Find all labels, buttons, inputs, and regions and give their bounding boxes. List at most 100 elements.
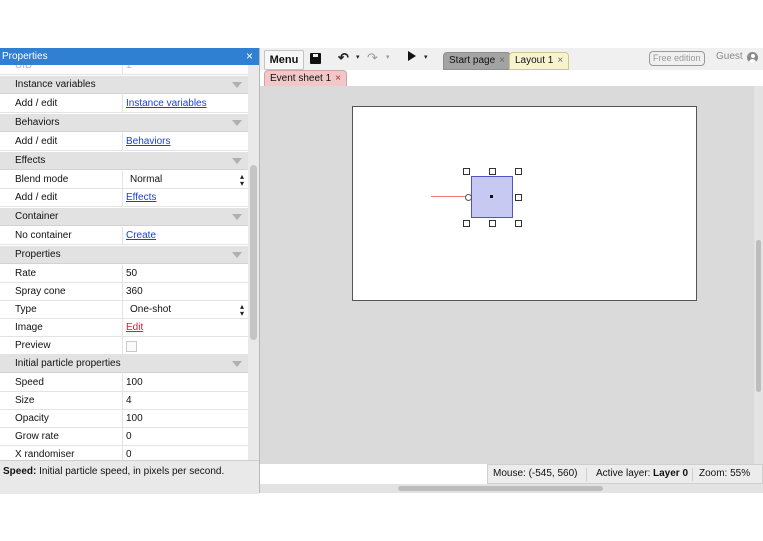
column-divider	[122, 374, 123, 392]
status-bar: Mouse: (-545, 560) Active layer: Layer 0…	[487, 464, 763, 484]
x-randomiser-field[interactable]: 0	[126, 446, 132, 460]
edit-image-link[interactable]: Edit	[126, 319, 143, 337]
speed-field[interactable]: 100	[126, 374, 143, 392]
column-divider	[122, 392, 123, 410]
mouse-position: Mouse: (-545, 560)	[493, 468, 578, 479]
property-row-effects: Add / edit Effects	[0, 189, 248, 207]
property-name: Rate	[15, 268, 37, 279]
edition-badge[interactable]: Free edition	[649, 51, 705, 66]
property-row-speed[interactable]: Speed 100	[0, 374, 248, 392]
grow-rate-field[interactable]: 0	[126, 428, 132, 446]
redo-dropdown-icon[interactable]: ▾	[386, 53, 390, 61]
chevron-down-icon[interactable]	[232, 120, 242, 126]
active-layer-label: Active layer:	[596, 468, 651, 479]
active-layer-value: Layer 0	[653, 468, 689, 479]
blend-mode-select[interactable]: Normal	[130, 171, 162, 189]
property-name: Image	[15, 322, 43, 333]
property-name: Speed	[15, 377, 44, 388]
property-name: Grow rate	[15, 431, 59, 442]
resize-handle-e[interactable]	[515, 194, 522, 201]
property-row-spray-cone[interactable]: Spray cone 360	[0, 283, 248, 301]
opacity-field[interactable]: 100	[126, 410, 143, 428]
size-field[interactable]: 4	[126, 392, 132, 410]
section-title: Initial particle properties	[15, 358, 121, 369]
property-row-x-randomiser[interactable]: X randomiser 0	[0, 446, 248, 460]
tab-label: Start page	[449, 55, 496, 66]
property-name: Type	[15, 304, 37, 315]
property-grid: UID 1 Instance variables Add / edit Inst…	[0, 65, 248, 460]
create-container-link[interactable]: Create	[126, 227, 156, 245]
close-icon[interactable]: ×	[557, 55, 563, 66]
section-header-container[interactable]: Container	[0, 208, 248, 226]
status-divider	[586, 468, 587, 481]
menu-button[interactable]: Menu	[264, 50, 304, 70]
angle-handle[interactable]	[465, 194, 472, 201]
rate-field[interactable]: 50	[126, 265, 137, 283]
property-row-image: Image Edit	[0, 319, 248, 337]
redo-icon[interactable]: ↷	[367, 50, 378, 66]
column-divider	[122, 428, 123, 446]
resize-handle-ne[interactable]	[515, 168, 522, 175]
property-row-rate[interactable]: Rate 50	[0, 265, 248, 283]
property-row-preview: Preview	[0, 337, 248, 355]
select-arrows-icon[interactable]: ▴ ▾	[240, 173, 244, 188]
close-icon[interactable]: ×	[335, 73, 341, 84]
property-row-size[interactable]: Size 4	[0, 392, 248, 410]
section-header-instance-variables[interactable]: Instance variables	[0, 76, 248, 94]
instance-variables-link[interactable]: Instance variables	[126, 95, 207, 113]
play-dropdown-icon[interactable]: ▾	[424, 53, 428, 61]
canvas-horizontal-scroll-thumb[interactable]	[398, 486, 603, 491]
user-icon[interactable]	[747, 52, 758, 63]
canvas-vertical-scroll-thumb[interactable]	[756, 240, 761, 392]
chevron-down-icon[interactable]	[232, 252, 242, 258]
property-name: Add / edit	[15, 98, 58, 109]
type-select[interactable]: One-shot	[130, 301, 171, 319]
effects-link[interactable]: Effects	[126, 189, 156, 207]
chevron-down-icon[interactable]	[232, 361, 242, 367]
properties-scrollbar-thumb[interactable]	[250, 165, 257, 340]
chevron-down-icon[interactable]	[232, 82, 242, 88]
properties-panel: Properties × UID 1 Instance variables Ad…	[0, 48, 260, 494]
close-icon[interactable]: ×	[246, 48, 253, 65]
resize-handle-nw[interactable]	[463, 168, 470, 175]
play-icon[interactable]	[408, 51, 416, 61]
column-divider	[122, 337, 123, 355]
save-icon[interactable]	[310, 53, 321, 64]
chevron-down-icon[interactable]	[232, 214, 242, 220]
section-header-initial-particle-properties[interactable]: Initial particle properties	[0, 355, 248, 373]
property-name: Opacity	[15, 413, 49, 424]
tab-start-page[interactable]: Start page ×	[443, 52, 511, 70]
select-arrows-icon[interactable]: ▴ ▾	[240, 303, 244, 318]
property-row-container: No container Create	[0, 227, 248, 245]
property-row-opacity[interactable]: Opacity 100	[0, 410, 248, 428]
property-row-blend-mode[interactable]: Blend mode Normal ▴ ▾	[0, 171, 248, 189]
origin-point	[490, 195, 493, 198]
section-header-effects[interactable]: Effects	[0, 152, 248, 170]
chevron-down-icon[interactable]	[232, 158, 242, 164]
layout-bounds[interactable]	[352, 106, 697, 301]
undo-icon[interactable]: ↶	[338, 50, 349, 66]
properties-title-bar: Properties ×	[0, 48, 259, 65]
resize-handle-se[interactable]	[515, 220, 522, 227]
zoom-level: Zoom: 55%	[699, 468, 751, 479]
help-text: Speed: Initial particle speed, in pixels…	[3, 466, 224, 477]
status-divider	[692, 468, 693, 481]
undo-dropdown-icon[interactable]: ▾	[356, 53, 360, 61]
resize-handle-s[interactable]	[489, 220, 496, 227]
resize-handle-n[interactable]	[489, 168, 496, 175]
property-name: Add / edit	[15, 192, 58, 203]
resize-handle-sw[interactable]	[463, 220, 470, 227]
spray-cone-field[interactable]: 360	[126, 283, 143, 301]
property-row-type[interactable]: Type One-shot ▴ ▾	[0, 301, 248, 319]
tab-event-sheet-1[interactable]: Event sheet 1 ×	[264, 70, 347, 87]
property-name: Add / edit	[15, 136, 58, 147]
section-header-behaviors[interactable]: Behaviors	[0, 114, 248, 132]
property-row-grow-rate[interactable]: Grow rate 0	[0, 428, 248, 446]
close-icon[interactable]: ×	[499, 55, 505, 66]
preview-checkbox[interactable]	[126, 341, 137, 352]
user-name[interactable]: Guest	[716, 51, 743, 62]
section-header-properties[interactable]: Properties	[0, 246, 248, 264]
tab-layout-1[interactable]: Layout 1 ×	[509, 52, 570, 70]
behaviors-link[interactable]: Behaviors	[126, 133, 170, 151]
tab-label: Event sheet 1	[270, 73, 332, 84]
